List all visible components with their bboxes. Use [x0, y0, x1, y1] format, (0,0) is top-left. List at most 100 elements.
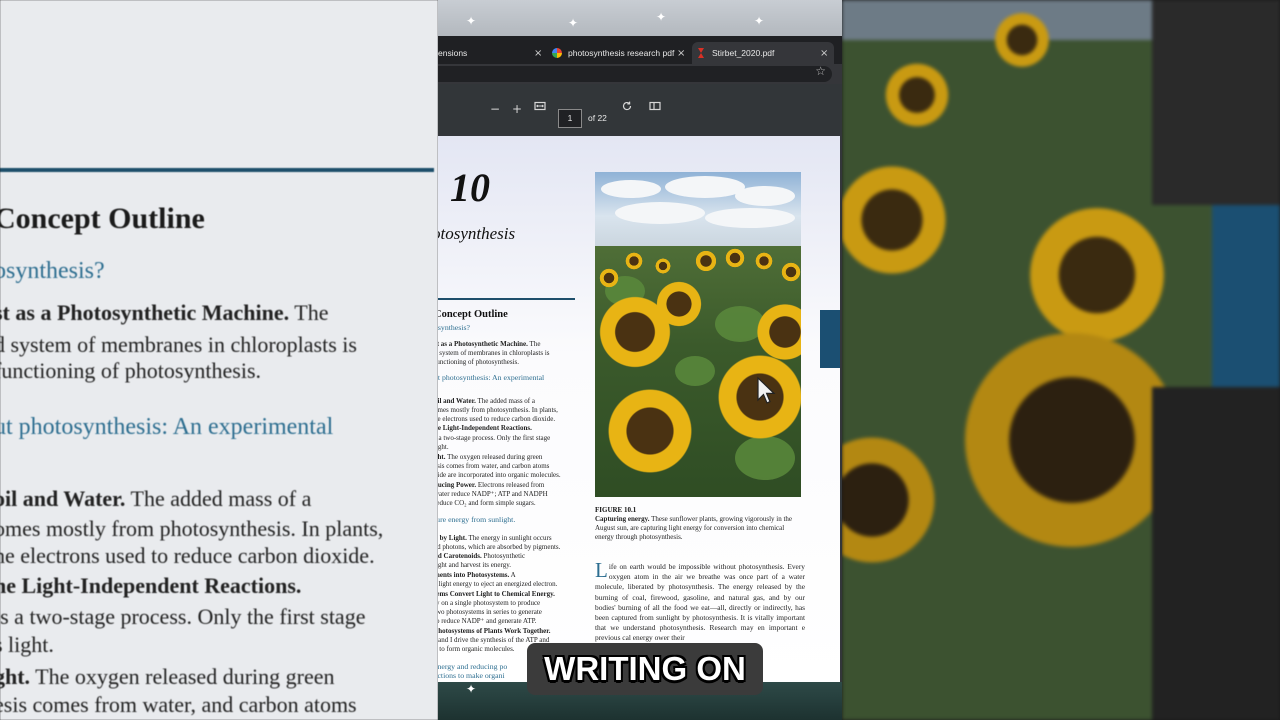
- outline-line: energy and reducing po: [438, 663, 507, 671]
- sparkle-icon: ✦: [568, 16, 579, 30]
- zoom-outline-line-bold: ght.: [0, 664, 31, 689]
- outline-line: functioning of photosynthesis.: [438, 358, 519, 366]
- outline-line-bold: st as a Photosynthetic Machine.: [438, 340, 528, 348]
- outline-line-text: ture energy from sunlight.: [438, 515, 516, 524]
- outline-line-bold: Photosystems of Plants Work Together.: [438, 627, 551, 635]
- video-caption: WRITING ON: [527, 643, 763, 695]
- outline-line: ut photosynthesis: An experimental: [438, 374, 544, 382]
- tab-strip: ensions × photosynthesis research pdf × …: [438, 36, 842, 64]
- sunflower: [605, 386, 695, 476]
- url-field[interactable]: [438, 66, 832, 82]
- outline-line: ducing Power. Electrons released from: [438, 481, 544, 489]
- zoom-outline-line-text: he electrons used to reduce carbon dioxi…: [0, 543, 375, 568]
- zoom-outline-line: s light.: [0, 632, 54, 658]
- outline-line: light and harvest its energy.: [438, 561, 511, 569]
- close-icon[interactable]: ×: [534, 48, 542, 59]
- address-bar: ☆: [438, 64, 842, 84]
- outline-line: s a two-stage process. Only the first st…: [438, 434, 550, 442]
- outline-line-text: omes mostly from photosynthesis. In plan…: [438, 406, 558, 414]
- outline-line-bold: ments into Photosystems.: [438, 571, 510, 579]
- outline-line-text: A: [509, 571, 516, 579]
- zoom-outline-line-text: The added mass of a: [125, 486, 312, 511]
- zoom-out-button[interactable]: −: [490, 101, 500, 117]
- dark-edge: [1152, 0, 1280, 205]
- outline-line: he electrons used to reduce carbon dioxi…: [438, 415, 555, 423]
- close-icon[interactable]: ×: [677, 48, 685, 59]
- rotate-icon[interactable]: [621, 100, 633, 116]
- fit-page-icon[interactable]: [534, 100, 546, 116]
- outline-line: d by Light. The energy in sunlight occur…: [438, 534, 552, 542]
- cloud: [665, 176, 745, 198]
- zoom-outline-line-bold: oil and Water.: [0, 486, 126, 511]
- desktop-strip: ✦ ✦ ✦ ✦: [438, 0, 842, 36]
- body-paragraph: Life on earth would be impossible withou…: [595, 558, 805, 644]
- sunflower: [755, 252, 773, 270]
- outline-line: st as a Photosynthetic Machine. The: [438, 340, 540, 348]
- outline-line-text: ut photosynthesis: An experimental: [438, 373, 545, 382]
- drop-cap: L: [595, 558, 608, 582]
- outline-line-bold: d by Light.: [438, 534, 467, 542]
- tab-extensions[interactable]: ensions ×: [438, 42, 546, 64]
- outline-line: omes mostly from photosynthesis. In plan…: [438, 406, 558, 414]
- video-frame: Concept Outline osynthesis? st as a Photo…: [0, 0, 1280, 720]
- outline-line: d system of membranes in chloroplasts is: [438, 349, 549, 357]
- outline-line: ed photons, which are absorbed by pigmen…: [438, 543, 560, 551]
- outline-line: reduce CO₂ and form simple sugars.: [438, 499, 536, 507]
- outline-line: ture energy from sunlight.: [438, 516, 515, 524]
- outline-line: two photosystems in series to generate: [438, 608, 542, 616]
- sparkle-icon: ✦: [466, 14, 477, 28]
- zoom-outline-line: functioning of photosynthesis.: [0, 358, 261, 384]
- outline-line-bold: oil and Water.: [438, 397, 476, 405]
- outline-rule: [0, 168, 434, 172]
- outline-line: actions to make organi: [438, 672, 505, 680]
- figure-caption-title: Capturing energy.: [595, 515, 650, 523]
- tab-photosynthesis-research[interactable]: photosynthesis research pdf ×: [552, 42, 688, 64]
- sunflower: [597, 294, 673, 370]
- outline-line-text: s light energy to eject an energized ele…: [438, 580, 558, 588]
- leaf: [675, 356, 715, 386]
- outline-line-text: light.: [438, 443, 449, 451]
- outline-line-text: Electrons released from: [476, 481, 545, 489]
- zoom-outline-line: st as a Photosynthetic Machine. The: [0, 300, 328, 326]
- tab-stirbet-pdf[interactable]: Stirbet_2020.pdf ×: [692, 42, 834, 64]
- sparkle-icon: ✦: [466, 682, 477, 696]
- outline-line-text: reduce CO₂ and form simple sugars.: [438, 499, 536, 507]
- two-page-view-icon[interactable]: [649, 100, 661, 116]
- outline-line-bold: he Light-Independent Reactions.: [438, 424, 532, 432]
- bookmark-star-icon[interactable]: ☆: [815, 64, 826, 78]
- zoom-outline-line-bold: he Light-Independent Reactions.: [0, 573, 302, 598]
- chapter-title: otosynthesis: [438, 224, 516, 243]
- zoom-outline-line: osynthesis?: [0, 258, 105, 285]
- outline-rule: [438, 298, 575, 300]
- zoom-outline-line: ut photosynthesis: An experimental: [0, 414, 333, 441]
- sparkle-icon: ✦: [656, 10, 667, 24]
- sunflower: [695, 250, 717, 272]
- outline-line-text: to reduce NADP⁺ and generate ATP.: [438, 617, 537, 625]
- zoom-in-button[interactable]: +: [512, 101, 522, 117]
- page-number-input[interactable]: 1: [558, 109, 582, 128]
- zoom-outline-line-text: osynthesis?: [0, 258, 105, 284]
- sunflower: [842, 430, 942, 570]
- zoom-outline-line-text: functioning of photosynthesis.: [0, 358, 262, 383]
- page-tab-blur: [1212, 205, 1280, 387]
- zoom-outline-line-text: esis comes from water, and carbon atoms: [0, 692, 357, 717]
- zoom-outline-line-text: The oxygen released during green: [30, 664, 335, 689]
- browser-window: ✦ ✦ ✦ ✦ ensions × photosynthesis researc…: [438, 0, 842, 720]
- sunflower: [781, 262, 801, 282]
- zoom-outline-line-text: s light.: [0, 632, 54, 657]
- outline-line-text: d to form organic molecules.: [438, 645, 515, 653]
- zoom-outline-line-text: d system of membranes in chloroplasts is: [0, 332, 357, 357]
- outline-line: tems Convert Light to Chemical Energy.: [438, 590, 555, 598]
- pdf-icon: [698, 48, 704, 58]
- body-text: ife on earth would be impossible without…: [595, 562, 805, 643]
- outline-line-bold: tems Convert Light to Chemical Energy.: [438, 590, 555, 598]
- pdf-toolbar: − +: [438, 84, 842, 134]
- zoom-outline-line-text: The: [289, 300, 329, 325]
- mouse-cursor-icon: [757, 376, 776, 404]
- outline-line-text: functioning of photosynthesis.: [438, 358, 519, 366]
- close-icon[interactable]: ×: [820, 48, 828, 59]
- outline-line: s light energy to eject an energized ele…: [438, 580, 557, 588]
- chapter-number: 10: [450, 165, 490, 210]
- outline-line: d to form organic molecules.: [438, 645, 515, 653]
- tab-label: Stirbet_2020.pdf: [712, 48, 775, 58]
